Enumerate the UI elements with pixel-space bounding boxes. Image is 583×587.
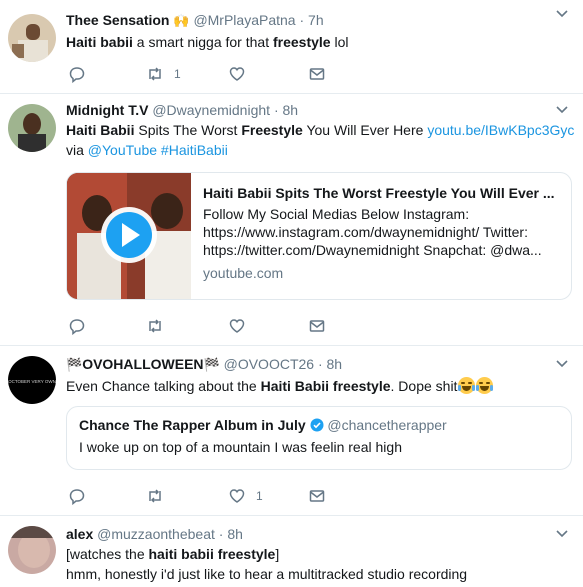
name-suffix-emoji: 🏁 <box>203 357 220 372</box>
card-description: Follow My Social Medias Below Instagram:… <box>203 206 542 258</box>
display-name[interactable]: Thee Sensation <box>66 12 169 28</box>
chevron-down-icon[interactable] <box>555 102 569 116</box>
tweet-header: Thee Sensation 🙌 @MrPlayaPatna · 7h <box>66 12 324 28</box>
like-button[interactable]: 1 <box>228 486 263 506</box>
dm-button[interactable] <box>308 64 326 84</box>
mention-link[interactable]: @YouTube <box>88 142 157 158</box>
dm-button[interactable] <box>308 316 326 336</box>
tweet-text-line2: via @YouTube #HaitiBabii <box>66 142 228 158</box>
tweet-text: Even Chance talking about the Haiti Babi… <box>66 376 573 396</box>
envelope-icon <box>309 68 325 80</box>
dm-button[interactable] <box>308 486 326 506</box>
heart-icon <box>229 67 245 81</box>
timestamp[interactable]: 8h <box>227 526 243 542</box>
retweet-icon <box>149 489 161 503</box>
quoted-tweet[interactable]: Chance The Rapper Album in July @chancet… <box>66 406 572 470</box>
card-title: Haiti Babii Spits The Worst Freestyle Yo… <box>203 185 555 201</box>
link-card[interactable]: Haiti Babii Spits The Worst Freestyle Yo… <box>66 172 572 300</box>
tweet-header: 🏁OVOHALLOWEEN🏁 @OVOOCT26 · 8h <box>66 356 343 372</box>
envelope-icon <box>309 320 325 332</box>
retweet-icon <box>149 67 161 81</box>
heart-icon <box>229 489 245 503</box>
tweet-actions: 1 <box>66 64 366 84</box>
handle[interactable]: @MrPlayaPatna <box>193 12 295 28</box>
name-emoji: 🙌 <box>173 13 190 28</box>
reply-button[interactable] <box>68 316 86 336</box>
tweet[interactable]: alex @muzzaonthebeat · 8h [watches the h… <box>0 516 583 587</box>
reply-icon <box>69 67 85 83</box>
display-name[interactable]: OVOHALLOWEEN <box>82 356 203 372</box>
hashtag-link[interactable]: #HaitiBabii <box>161 142 228 158</box>
handle[interactable]: @muzzaonthebeat <box>97 526 215 542</box>
tweet-header: Midnight T.V @Dwaynemidnight · 8h <box>66 102 299 118</box>
laughing-emoji-icon <box>476 377 494 394</box>
chevron-down-icon[interactable] <box>555 6 569 20</box>
tweet-text: Haiti babii a smart nigga for that frees… <box>66 34 349 50</box>
tweet-link[interactable]: youtu.be/IBwKBpc3Gyc <box>427 122 574 138</box>
verified-icon <box>310 418 324 432</box>
quoted-display-name: Chance The Rapper Album in July <box>79 417 306 433</box>
handle[interactable]: @OVOOCT26 <box>224 356 314 372</box>
retweet-button[interactable] <box>146 316 164 336</box>
tweet-text: Haiti Babii Spits The Worst Freestyle Yo… <box>66 122 575 138</box>
quoted-handle: @chancetherapper <box>327 417 447 433</box>
display-name[interactable]: alex <box>66 526 93 542</box>
tweet-text-line2: hmm, honestly i'd just like to hear a mu… <box>66 566 468 582</box>
tweet-header: alex @muzzaonthebeat · 8h <box>66 526 243 542</box>
reply-icon <box>69 319 85 335</box>
reply-icon <box>69 489 85 505</box>
retweet-count: 1 <box>174 67 181 81</box>
quoted-text: I woke up on top of a mountain I was fee… <box>79 439 402 455</box>
tweet[interactable]: Thee Sensation 🙌 @MrPlayaPatna · 7h Hait… <box>0 0 583 94</box>
timestamp[interactable]: 7h <box>308 12 324 28</box>
retweet-icon <box>149 319 161 333</box>
card-domain: youtube.com <box>203 265 284 281</box>
svg-text:OCTOBER VERY OWN: OCTOBER VERY OWN <box>8 379 56 384</box>
timestamp[interactable]: 8h <box>327 356 343 372</box>
display-name[interactable]: Midnight T.V <box>66 102 148 118</box>
retweet-button[interactable]: 1 <box>146 64 181 84</box>
avatar[interactable] <box>8 526 56 574</box>
tweet-actions: 1 <box>66 486 366 506</box>
avatar[interactable]: OCTOBER VERY OWN <box>8 356 56 404</box>
avatar[interactable] <box>8 104 56 152</box>
name-prefix-emoji: 🏁 <box>66 357 83 372</box>
chevron-down-icon[interactable] <box>555 356 569 370</box>
handle[interactable]: @Dwaynemidnight <box>152 102 270 118</box>
reply-button[interactable] <box>68 64 86 84</box>
heart-icon <box>229 319 245 333</box>
like-button[interactable] <box>228 316 246 336</box>
envelope-icon <box>309 490 325 502</box>
avatar[interactable] <box>8 14 56 62</box>
tweet-text: [watches the haiti babii freestyle] <box>66 546 280 562</box>
like-button[interactable] <box>228 64 246 84</box>
like-count: 1 <box>256 489 263 503</box>
laughing-emoji-icon <box>458 377 476 394</box>
video-thumbnail[interactable] <box>67 173 191 299</box>
reply-button[interactable] <box>68 486 86 506</box>
tweet-actions <box>66 316 366 336</box>
timestamp[interactable]: 8h <box>283 102 299 118</box>
tweet[interactable]: OCTOBER VERY OWN 🏁OVOHALLOWEEN🏁 @OVOOCT2… <box>0 346 583 516</box>
chevron-down-icon[interactable] <box>555 526 569 540</box>
tweet[interactable]: Midnight T.V @Dwaynemidnight · 8h Haiti … <box>0 94 583 346</box>
retweet-button[interactable] <box>146 486 164 506</box>
